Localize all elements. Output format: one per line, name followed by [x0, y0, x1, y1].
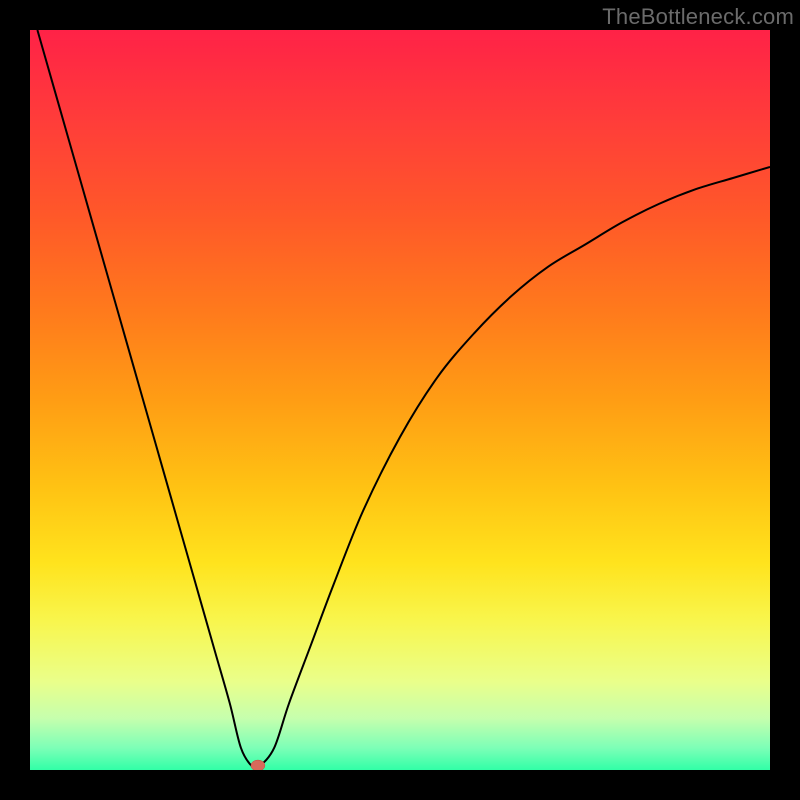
watermark-text: TheBottleneck.com: [602, 4, 794, 30]
chart-frame: TheBottleneck.com: [0, 0, 800, 800]
background-gradient: [30, 30, 770, 770]
plot-area: [30, 30, 770, 770]
